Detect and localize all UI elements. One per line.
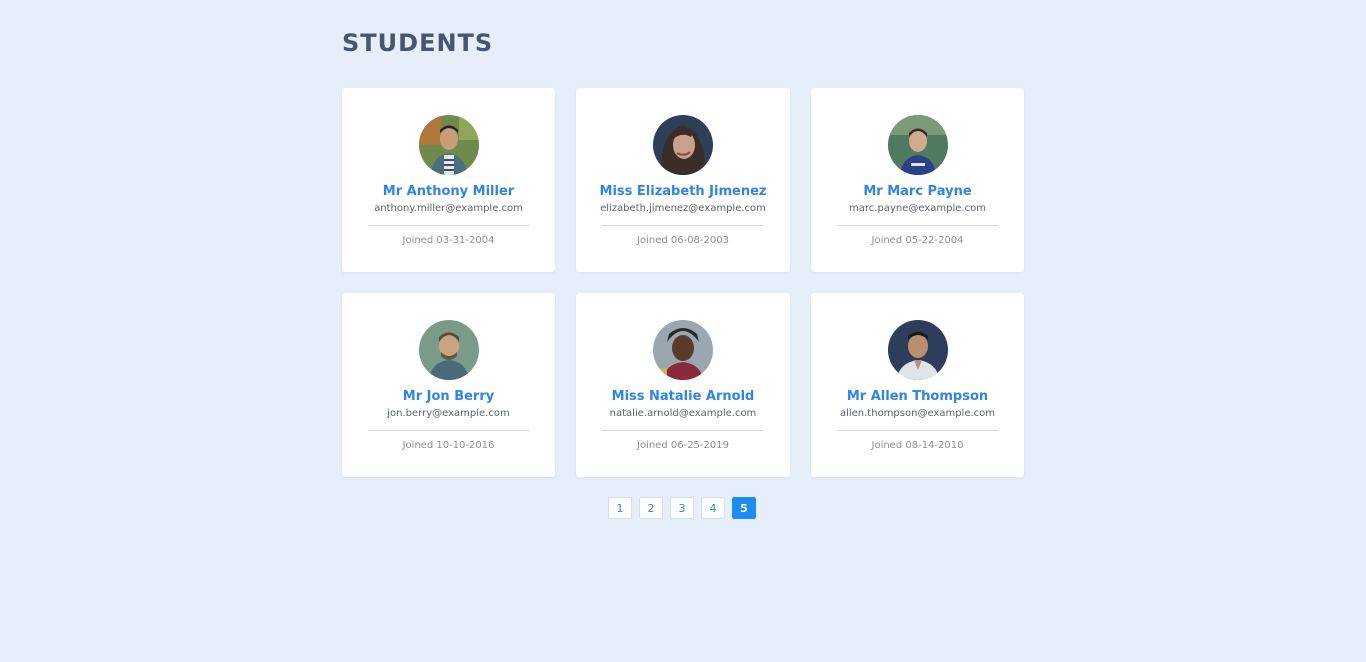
card-divider	[368, 225, 529, 226]
student-card[interactable]: Mr Allen Thompson allen.thompson@example…	[811, 293, 1024, 477]
student-card[interactable]: Mr Jon Berry jon.berry@example.com Joine…	[342, 293, 555, 477]
student-name[interactable]: Mr Allen Thompson	[811, 389, 1024, 404]
card-divider	[837, 225, 998, 226]
student-joined-date: Joined 03-31-2004	[402, 235, 495, 246]
page-button-3[interactable]: 3	[670, 497, 694, 519]
avatar	[887, 115, 948, 175]
card-divider	[837, 430, 998, 431]
page-button-5[interactable]: 5	[732, 497, 756, 519]
student-name[interactable]: Mr Anthony Miller	[342, 184, 555, 199]
student-name[interactable]: Mr Jon Berry	[342, 389, 555, 404]
avatar	[653, 115, 713, 175]
student-email: allen.thompson@example.com	[839, 408, 996, 419]
student-email: anthony.miller@example.com	[374, 203, 523, 214]
avatar	[418, 115, 479, 175]
student-joined-date: Joined 06-25-2019	[637, 440, 729, 451]
student-grid: Mr Anthony Miller anthony.miller@example…	[342, 88, 1024, 477]
student-joined-date: Joined 10-10-2016	[402, 440, 495, 451]
card-divider	[602, 430, 764, 431]
student-card[interactable]: Mr Anthony Miller anthony.miller@example…	[342, 88, 555, 272]
student-name[interactable]: Miss Natalie Arnold	[576, 389, 790, 404]
student-card[interactable]: Miss Natalie Arnold natalie.arnold@examp…	[576, 293, 790, 477]
student-card[interactable]: Mr Marc Payne marc.payne@example.com Joi…	[811, 88, 1024, 272]
student-email: elizabeth.jimenez@example.com	[600, 203, 766, 214]
student-name[interactable]: Mr Marc Payne	[811, 184, 1024, 199]
student-email: jon.berry@example.com	[387, 408, 510, 419]
card-divider	[368, 430, 529, 431]
student-email: natalie.arnold@example.com	[609, 408, 757, 419]
page-title: STUDENTS	[342, 29, 494, 57]
pagination: 1 2 3 4 5	[608, 497, 756, 519]
student-email: marc.payne@example.com	[849, 203, 986, 214]
page-button-1[interactable]: 1	[608, 497, 632, 519]
student-joined-date: Joined 08-14-2010	[871, 440, 964, 451]
page-button-2[interactable]: 2	[639, 497, 663, 519]
student-joined-date: Joined 06-08-2003	[637, 235, 729, 246]
student-name[interactable]: Miss Elizabeth Jimenez	[576, 184, 790, 199]
page-button-4[interactable]: 4	[701, 497, 725, 519]
student-card[interactable]: Miss Elizabeth Jimenez elizabeth.jimenez…	[576, 88, 790, 272]
student-joined-date: Joined 05-22-2004	[871, 235, 964, 246]
card-divider	[602, 225, 764, 226]
avatar	[887, 320, 948, 380]
avatar	[418, 320, 479, 380]
avatar	[653, 320, 713, 380]
